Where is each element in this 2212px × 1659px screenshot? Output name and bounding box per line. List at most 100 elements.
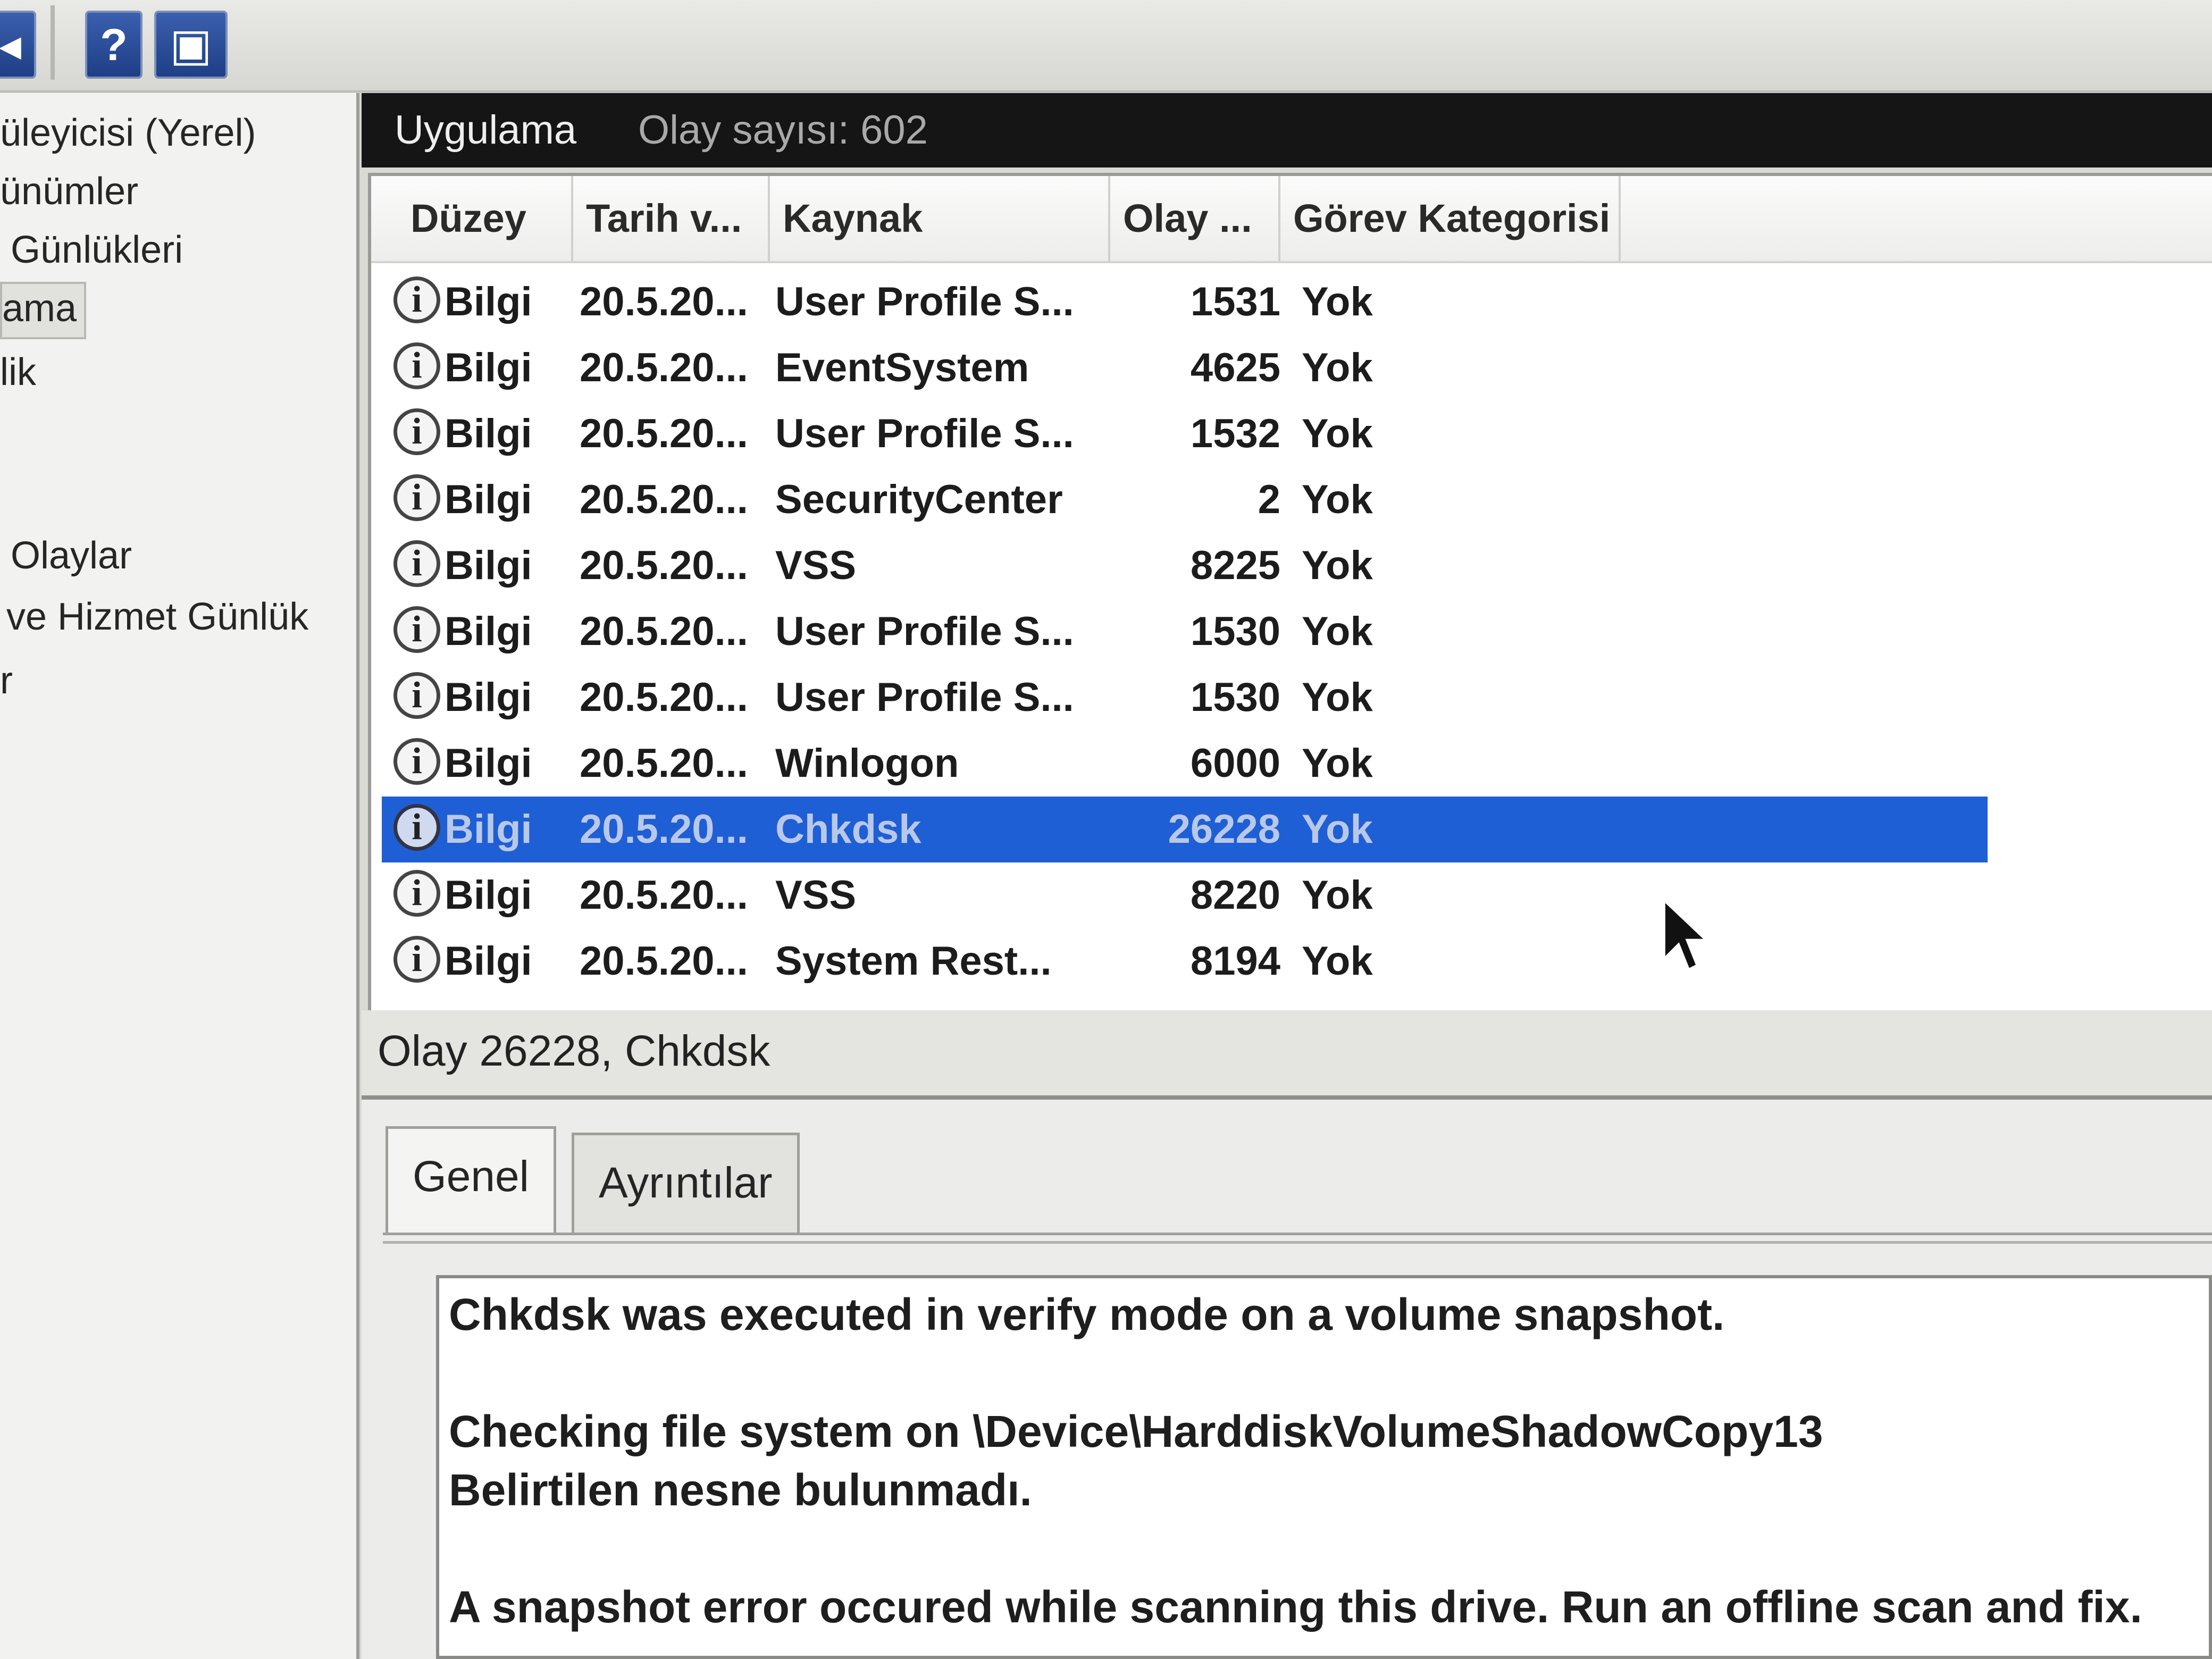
cell-event-id: 6000 [1190, 741, 1280, 786]
info-icon: i [393, 936, 440, 983]
column-date[interactable]: Tarih v... [573, 176, 770, 261]
cell-event-id: 2 [1258, 477, 1280, 522]
info-icon: i [393, 870, 440, 917]
cell-level: Bilgi [445, 873, 532, 918]
cell-task-category: Yok [1302, 741, 1373, 786]
tree-item-subscriptions[interactable]: r [0, 654, 13, 707]
event-row[interactable]: i Bilgi 20.5.20... User Profile S... 1531 Yok [382, 269, 1988, 335]
event-list: Düzey Tarih v... Kaynak Olay ... Görev K… [368, 173, 2212, 1083]
navigation-tree: üleyicisi (Yerel) ünümler Günlükleri ama… [0, 93, 359, 1659]
event-detail-title: Olay 26228, Chkdsk [378, 1027, 770, 1075]
cell-event-id: 4625 [1190, 345, 1280, 390]
event-detail-pane: Genel Ayrıntılar Chkdsk was executed in … [362, 1100, 2212, 1659]
info-icon: i [393, 474, 440, 521]
column-source[interactable]: Kaynak [770, 176, 1110, 261]
cell-date: 20.5.20... [580, 873, 748, 918]
event-count: Olay sayısı: 602 [638, 107, 928, 153]
cell-task-category: Yok [1302, 807, 1373, 852]
cell-date: 20.5.20... [580, 807, 748, 852]
info-icon: i [393, 606, 440, 653]
event-row[interactable]: i Bilgi 20.5.20... System Rest... 8194 Yok [382, 928, 1988, 994]
column-task-category[interactable]: Görev Kategorisi [1280, 176, 1621, 261]
info-icon: i [393, 804, 440, 851]
cell-source: Winlogon [775, 741, 959, 786]
cell-task-category: Yok [1302, 543, 1373, 588]
cell-date: 20.5.20... [580, 477, 748, 522]
cell-task-category: Yok [1302, 279, 1373, 324]
cell-source: Chkdsk [775, 807, 921, 852]
tree-item-custom-views[interactable]: ünümler [0, 165, 138, 218]
event-row[interactable]: i Bilgi 20.5.20... User Profile S... 1530 Yok [382, 665, 1988, 731]
panel-view-icon[interactable]: ▣ [154, 11, 228, 79]
info-icon: i [393, 276, 440, 323]
cell-source: SecurityCenter [775, 477, 1063, 522]
cell-event-id: 1530 [1190, 675, 1280, 720]
cell-date: 20.5.20... [580, 675, 748, 720]
cell-source: EventSystem [775, 345, 1029, 390]
tab-details[interactable]: Ayrıntılar [572, 1133, 800, 1233]
cell-event-id: 8225 [1190, 543, 1280, 588]
event-row[interactable]: i Bilgi 20.5.20... Winlogon 6000 Yok [382, 731, 1988, 797]
info-icon: i [393, 408, 440, 455]
event-row[interactable]: i Bilgi 20.5.20... EventSystem 4625 Yok [382, 335, 1988, 401]
cell-level: Bilgi [445, 675, 532, 720]
cell-source: System Rest... [775, 939, 1052, 984]
cell-level: Bilgi [445, 543, 532, 588]
cell-level: Bilgi [445, 609, 532, 654]
event-row[interactable]: i Bilgi 20.5.20... SecurityCenter 2 Yok [382, 467, 1988, 533]
toolbar: ◂ ? ▣ [0, 0, 2212, 93]
info-icon: i [393, 672, 440, 719]
event-description[interactable]: Chkdsk was executed in verify mode on a … [436, 1275, 2212, 1659]
log-header-bar: Uygulama Olay sayısı: 602 [362, 93, 2212, 167]
cell-level: Bilgi [445, 411, 532, 456]
cell-source: VSS [775, 873, 857, 918]
description-line: Belirtilen nesne bulunmadı. [449, 1465, 1032, 1515]
event-row[interactable]: i Bilgi 20.5.20... VSS 8220 Yok [382, 862, 1988, 928]
cell-level: Bilgi [445, 741, 532, 786]
cell-source: User Profile S... [775, 675, 1074, 720]
cell-level: Bilgi [445, 279, 532, 324]
cell-date: 20.5.20... [580, 939, 748, 984]
cell-date: 20.5.20... [580, 543, 748, 588]
event-row[interactable]: i Bilgi 20.5.20... User Profile S... 1530 Yok [382, 599, 1988, 665]
cell-date: 20.5.20... [580, 609, 748, 654]
cell-level: Bilgi [445, 477, 532, 522]
log-title: Uygulama [395, 107, 577, 153]
event-row[interactable]: i Bilgi 20.5.20... Chkdsk 26228 Yok [382, 797, 1988, 862]
help-icon[interactable]: ? [85, 11, 143, 79]
cell-date: 20.5.20... [580, 411, 748, 456]
cell-date: 20.5.20... [580, 345, 748, 390]
cell-source: User Profile S... [775, 609, 1074, 654]
event-list-header: Düzey Tarih v... Kaynak Olay ... Görev K… [371, 176, 2212, 263]
description-line: Chkdsk was executed in verify mode on a … [449, 1289, 1725, 1339]
cell-task-category: Yok [1302, 345, 1373, 390]
cell-task-category: Yok [1302, 675, 1373, 720]
cell-date: 20.5.20... [580, 279, 748, 324]
cell-task-category: Yok [1302, 939, 1373, 984]
event-row[interactable]: i Bilgi 20.5.20... VSS 8225 Yok [382, 533, 1988, 599]
tree-item-forwarded-events[interactable]: Olaylar [11, 529, 132, 582]
tree-item-application[interactable]: ama [0, 282, 87, 339]
cell-source: User Profile S... [775, 279, 1074, 324]
mouse-cursor-icon [1661, 896, 1713, 974]
info-icon: i [393, 342, 440, 389]
tab-divider [383, 1233, 2212, 1235]
cell-date: 20.5.20... [580, 741, 748, 786]
column-level[interactable]: Düzey [398, 176, 573, 261]
cell-event-id: 1531 [1190, 279, 1280, 324]
cell-event-id: 26228 [1168, 807, 1280, 852]
back-arrow-icon[interactable]: ◂ [0, 11, 36, 79]
column-event-id[interactable]: Olay ... [1110, 176, 1280, 261]
event-row[interactable]: i Bilgi 20.5.20... User Profile S... 1532 Yok [382, 401, 1988, 467]
tree-item-security[interactable]: lik [0, 346, 36, 399]
cell-event-id: 8220 [1190, 873, 1280, 918]
cell-event-id: 1530 [1190, 609, 1280, 654]
tab-general[interactable]: Genel [386, 1126, 556, 1233]
tree-item-event-viewer[interactable]: üleyicisi (Yerel) [0, 106, 256, 160]
cell-task-category: Yok [1302, 477, 1373, 522]
cell-source: VSS [775, 543, 857, 588]
tree-item-app-service-logs[interactable]: ve Hizmet Günlük [6, 590, 308, 643]
tree-item-windows-logs[interactable]: Günlükleri [11, 223, 183, 276]
cell-task-category: Yok [1302, 873, 1373, 918]
toolbar-separator [51, 5, 55, 80]
